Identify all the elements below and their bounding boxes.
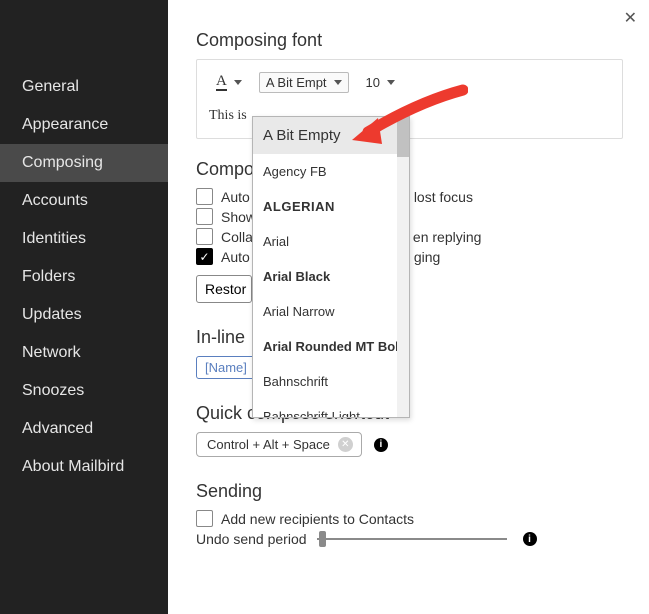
- sidebar-item-general[interactable]: General: [0, 68, 168, 106]
- font-color-button[interactable]: A: [209, 70, 249, 94]
- font-option-arial[interactable]: Arial: [253, 224, 409, 259]
- label-auto-format-left: Auto: [221, 249, 250, 265]
- checkbox-collapse[interactable]: [196, 228, 213, 245]
- sidebar-item-accounts[interactable]: Accounts: [0, 182, 168, 220]
- font-family-value: A Bit Empt: [266, 75, 327, 90]
- scrollbar[interactable]: [397, 117, 409, 417]
- label-add-recipients: Add new recipients to Contacts: [221, 511, 414, 527]
- label-show: Show: [221, 209, 256, 225]
- font-dropdown-popup[interactable]: A Bit Empty Agency FB ALGERIAN Arial Ari…: [252, 116, 410, 418]
- font-option-arial-narrow[interactable]: Arial Narrow: [253, 294, 409, 329]
- font-option-bahnschrift-light[interactable]: Bahnschrift Light: [253, 399, 409, 418]
- label-collapse-left: Colla: [221, 229, 253, 245]
- quick-compose-shortcut[interactable]: Control + Alt + Space ✕: [196, 432, 362, 457]
- label-auto-focus-right: lost focus: [414, 189, 473, 205]
- sidebar-item-folders[interactable]: Folders: [0, 258, 168, 296]
- sidebar-item-about[interactable]: About Mailbird: [0, 448, 168, 486]
- chevron-down-icon: [387, 80, 395, 85]
- label-auto-focus-left: Auto: [221, 189, 250, 205]
- sidebar-item-identities[interactable]: Identities: [0, 220, 168, 258]
- checkbox-add-recipients[interactable]: [196, 510, 213, 527]
- chevron-down-icon: [334, 80, 342, 85]
- checkbox-auto-focus[interactable]: [196, 188, 213, 205]
- sidebar-item-network[interactable]: Network: [0, 334, 168, 372]
- chevron-down-icon: [234, 80, 242, 85]
- inline-reply-name-tag[interactable]: [Name]: [196, 356, 256, 379]
- info-icon[interactable]: i: [523, 532, 537, 546]
- sidebar-item-appearance[interactable]: Appearance: [0, 106, 168, 144]
- font-option-bahnschrift[interactable]: Bahnschrift: [253, 364, 409, 399]
- font-family-dropdown[interactable]: A Bit Empt: [259, 72, 349, 93]
- shortcut-text: Control + Alt + Space: [207, 437, 330, 452]
- sidebar-item-advanced[interactable]: Advanced: [0, 410, 168, 448]
- info-icon[interactable]: i: [374, 438, 388, 452]
- clear-shortcut-icon[interactable]: ✕: [338, 437, 353, 452]
- sidebar-item-composing[interactable]: Composing: [0, 144, 168, 182]
- font-color-icon: A: [216, 73, 227, 91]
- restore-button[interactable]: Restor: [196, 275, 252, 303]
- close-icon[interactable]: ✕: [624, 8, 637, 28]
- font-option-algerian[interactable]: ALGERIAN: [253, 189, 409, 224]
- slider-thumb[interactable]: [319, 531, 326, 547]
- scrollbar-thumb[interactable]: [397, 117, 409, 157]
- section-title-composing-font: Composing font: [196, 30, 623, 51]
- checkbox-show[interactable]: [196, 208, 213, 225]
- undo-send-label: Undo send period: [196, 531, 307, 547]
- label-collapse-right: en replying: [413, 229, 482, 245]
- sidebar: General Appearance Composing Accounts Id…: [0, 0, 168, 614]
- font-size-value: 10: [366, 75, 380, 90]
- label-auto-format-right: ging: [414, 249, 440, 265]
- font-option-agency-fb[interactable]: Agency FB: [253, 154, 409, 189]
- undo-send-slider[interactable]: [317, 531, 507, 547]
- font-option-arial-black[interactable]: Arial Black: [253, 259, 409, 294]
- sidebar-item-snoozes[interactable]: Snoozes: [0, 372, 168, 410]
- font-option-arial-rounded[interactable]: Arial Rounded MT Bold: [253, 329, 409, 364]
- font-size-dropdown[interactable]: 10: [359, 72, 402, 93]
- font-option-a-bit-empty[interactable]: A Bit Empty: [253, 117, 409, 154]
- checkbox-auto-format[interactable]: [196, 248, 213, 265]
- section-title-sending: Sending: [196, 481, 623, 502]
- slider-track: [317, 538, 507, 540]
- sidebar-item-updates[interactable]: Updates: [0, 296, 168, 334]
